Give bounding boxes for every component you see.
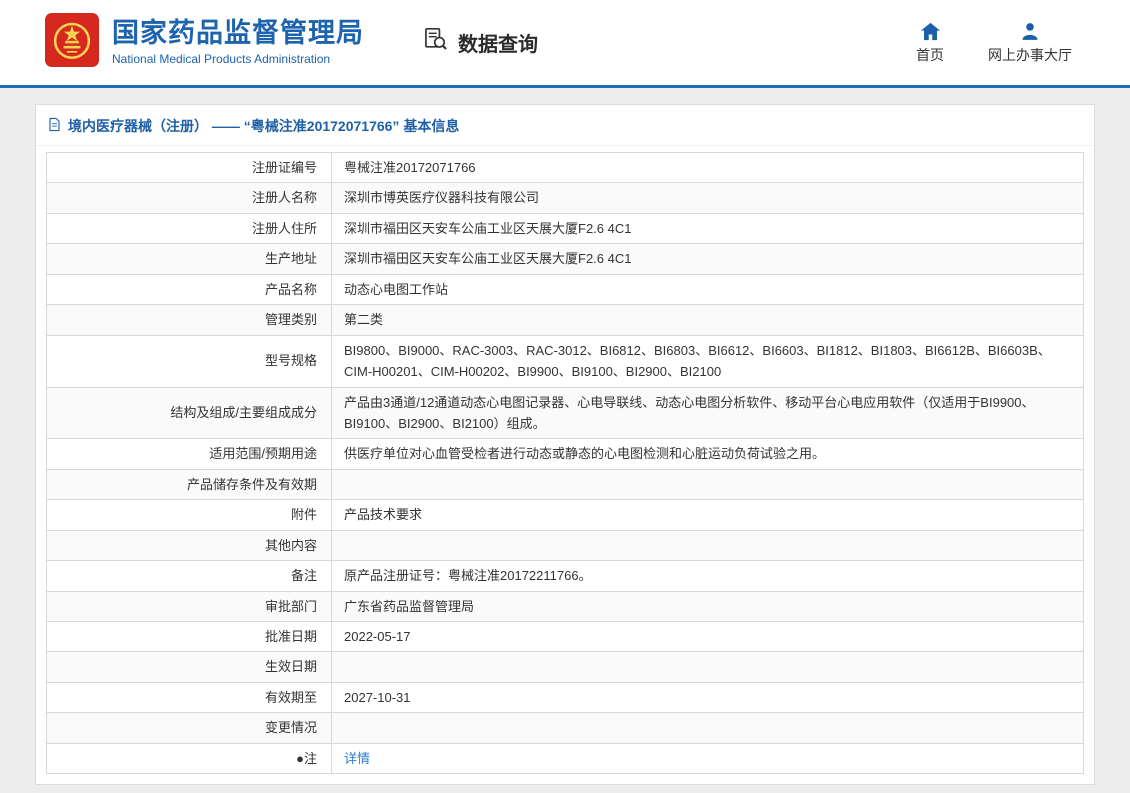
field-value: 深圳市福田区天安车公庙工业区天展大厦F2.6 4C1 xyxy=(331,212,1084,245)
field-label: 型号规格 xyxy=(46,334,332,388)
nav-home[interactable]: 首页 xyxy=(916,21,944,65)
field-value: 广东省药品监督管理局 xyxy=(331,590,1084,623)
field-label: 注册人名称 xyxy=(46,182,332,214)
field-value: BI9800、BI9000、RAC-3003、RAC-3012、BI6812、B… xyxy=(331,334,1084,388)
table-row: 管理类别 第二类 xyxy=(46,304,1084,336)
table-row: 注册证编号 粤械注准20172071766 xyxy=(46,151,1084,184)
org-name-en: National Medical Products Administration xyxy=(112,51,331,66)
field-value: 产品技术要求 xyxy=(331,499,1084,531)
field-label: 产品储存条件及有效期 xyxy=(46,468,332,501)
top-nav: 首页 网上办事大厅 xyxy=(916,21,1072,65)
table-row: ●注 详情 xyxy=(46,742,1084,775)
field-label: 注册人住所 xyxy=(46,212,332,245)
field-label: 变更情况 xyxy=(46,712,332,744)
national-emblem-icon xyxy=(45,13,99,72)
table-row: 变更情况 xyxy=(46,712,1084,744)
panel-title: 境内医疗器械（注册） —— “粤械注准20172071766” 基本信息 xyxy=(36,105,1094,146)
field-value: 详情 xyxy=(331,742,1084,775)
table-row: 附件 产品技术要求 xyxy=(46,499,1084,531)
data-query-label: 数据查询 xyxy=(458,34,538,56)
field-value xyxy=(331,651,1084,683)
field-label: 备注 xyxy=(46,560,332,592)
brand-text: 国家药品监督管理局 National Medical Products Admi… xyxy=(112,18,364,66)
field-label: 生效日期 xyxy=(46,651,332,683)
field-label: 管理类别 xyxy=(46,304,332,336)
field-label: ●注 xyxy=(46,742,332,775)
field-label: 结构及组成/主要组成成分 xyxy=(46,386,332,440)
table-row: 产品名称 动态心电图工作站 xyxy=(46,273,1084,306)
field-value: 原产品注册证号：粤械注准20172211766。 xyxy=(331,560,1084,592)
table-row: 审批部门 广东省药品监督管理局 xyxy=(46,590,1084,623)
table-row: 备注 原产品注册证号：粤械注准20172211766。 xyxy=(46,560,1084,592)
table-row: 生效日期 xyxy=(46,651,1084,683)
table-row: 结构及组成/主要组成成分 产品由3通道/12通道动态心电图记录器、心电导联线、动… xyxy=(46,386,1084,440)
field-label: 产品名称 xyxy=(46,273,332,306)
data-query-icon xyxy=(422,26,449,59)
table-row: 注册人名称 深圳市博英医疗仪器科技有限公司 xyxy=(46,182,1084,214)
field-value: 2027-10-31 xyxy=(331,681,1084,714)
field-value xyxy=(331,529,1084,562)
brand-home-link[interactable]: 国家药品监督管理局 National Medical Products Admi… xyxy=(45,13,364,72)
field-value: 供医疗单位对心血管受检者进行动态或静态的心电图检测和心脏运动负荷试验之用。 xyxy=(331,438,1084,470)
site-header: 国家药品监督管理局 National Medical Products Admi… xyxy=(0,0,1130,88)
org-name-cn: 国家药品监督管理局 xyxy=(112,18,364,49)
home-icon xyxy=(920,21,941,41)
field-label: 有效期至 xyxy=(46,681,332,714)
page-content: 境内医疗器械（注册） —— “粤械注准20172071766” 基本信息 注册证… xyxy=(0,88,1130,793)
table-row: 注册人住所 深圳市福田区天安车公庙工业区天展大厦F2.6 4C1 xyxy=(46,212,1084,245)
field-label: 生产地址 xyxy=(46,243,332,275)
field-label: 附件 xyxy=(46,499,332,531)
document-icon xyxy=(48,117,61,135)
table-row: 型号规格 BI9800、BI9000、RAC-3003、RAC-3012、BI6… xyxy=(46,334,1084,388)
field-value: 粤械注准20172071766 xyxy=(331,151,1084,184)
registration-info-table: 注册证编号 粤械注准20172071766 注册人名称 深圳市博英医疗仪器科技有… xyxy=(46,151,1084,775)
field-value: 深圳市博英医疗仪器科技有限公司 xyxy=(331,182,1084,214)
field-value: 第二类 xyxy=(331,304,1084,336)
field-label: 其他内容 xyxy=(46,529,332,562)
nav-hall-label: 网上办事大厅 xyxy=(988,46,1072,63)
detail-link[interactable]: 详情 xyxy=(344,751,370,766)
field-label: 批准日期 xyxy=(46,620,332,653)
table-row: 产品储存条件及有效期 xyxy=(46,468,1084,501)
nav-data-query[interactable]: 数据查询 xyxy=(422,26,538,59)
field-value: 产品由3通道/12通道动态心电图记录器、心电导联线、动态心电图分析软件、移动平台… xyxy=(331,386,1084,440)
field-label: 审批部门 xyxy=(46,590,332,623)
table-row: 适用范围/预期用途 供医疗单位对心血管受检者进行动态或静态的心电图检测和心脏运动… xyxy=(46,438,1084,470)
field-value: 深圳市福田区天安车公庙工业区天展大厦F2.6 4C1 xyxy=(331,243,1084,275)
table-row: 有效期至 2027-10-31 xyxy=(46,681,1084,714)
field-value: 2022-05-17 xyxy=(331,620,1084,653)
table-row: 其他内容 xyxy=(46,529,1084,562)
field-value xyxy=(331,712,1084,744)
field-value xyxy=(331,468,1084,501)
table-row: 生产地址 深圳市福田区天安车公庙工业区天展大厦F2.6 4C1 xyxy=(46,243,1084,275)
nav-service-hall[interactable]: 网上办事大厅 xyxy=(988,21,1072,65)
field-label: 注册证编号 xyxy=(46,151,332,184)
field-value: 动态心电图工作站 xyxy=(331,273,1084,306)
field-label: 适用范围/预期用途 xyxy=(46,438,332,470)
nav-home-label: 首页 xyxy=(916,46,944,63)
panel-title-text: 境内医疗器械（注册） —— “粤械注准20172071766” 基本信息 xyxy=(68,118,460,134)
table-row: 批准日期 2022-05-17 xyxy=(46,620,1084,653)
person-icon xyxy=(1020,21,1040,41)
registration-panel: 境内医疗器械（注册） —— “粤械注准20172071766” 基本信息 注册证… xyxy=(35,104,1095,786)
